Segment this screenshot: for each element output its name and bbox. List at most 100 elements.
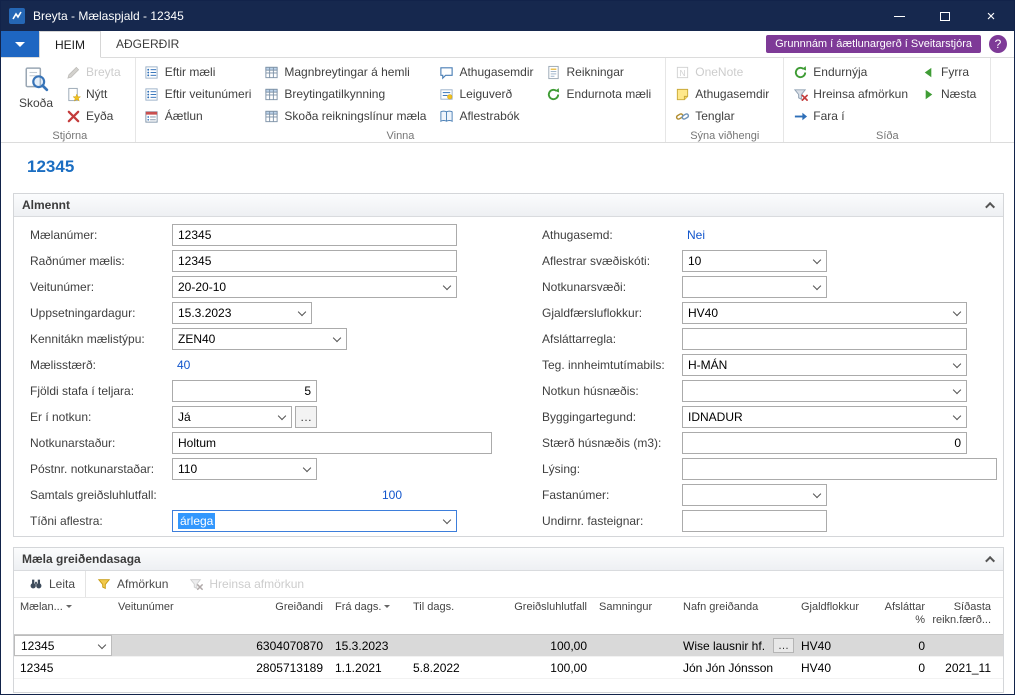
field-input-fastanúmer[interactable] <box>682 484 827 506</box>
cell-greiðandi[interactable]: 2805713189 <box>204 657 329 678</box>
field-input-mælanúmer[interactable]: 12345 <box>172 224 457 246</box>
dropdown-arrow-icon[interactable] <box>953 386 961 394</box>
dropdown-arrow-icon[interactable] <box>813 490 821 498</box>
dropdown-arrow-icon[interactable] <box>333 334 341 342</box>
dropdown-arrow-icon[interactable] <box>278 412 286 420</box>
cell-til-dags[interactable]: 5.8.2022 <box>407 657 485 678</box>
help-button[interactable]: ? <box>989 35 1007 53</box>
dropdown-arrow-icon[interactable] <box>443 282 451 290</box>
column-header-afsláttar[interactable]: Afsláttar % <box>873 598 931 634</box>
cell-samningur[interactable] <box>593 657 677 678</box>
assist-edit-button[interactable]: … <box>295 406 317 428</box>
field-input-gjaldfærsluflokkur[interactable]: HV40 <box>682 302 967 324</box>
column-header-veitunúmer[interactable]: Veitunúmer <box>112 598 204 634</box>
ribbon-item-athugasemdir[interactable]: Athugasemdir <box>671 83 776 105</box>
cell-greiðandi[interactable]: 6304070870 <box>204 635 329 656</box>
dropdown-arrow-icon[interactable] <box>303 464 311 472</box>
cell-nafn-greiðanda[interactable]: Wise lausnir hf.… <box>677 635 795 656</box>
cell-mælan[interactable]: 12345 <box>14 657 112 678</box>
ribbon-item-athugasemdir[interactable]: Athugasemdir <box>435 61 540 83</box>
ribbon-item-reikningar[interactable]: Reikningar <box>543 61 659 83</box>
cell-frá-dags[interactable]: 15.3.2023 <box>329 635 407 656</box>
dropdown-arrow-icon[interactable] <box>953 360 961 368</box>
toolbar-button-afmörkun[interactable]: Afmörkun <box>86 571 178 597</box>
ribbon-item-nýtt[interactable]: Nýtt <box>62 83 128 105</box>
ribbon-item-endurnýja[interactable]: Endurnýja <box>789 61 915 83</box>
field-input-raðnúmer-mælis[interactable]: 12345 <box>172 250 457 272</box>
tab-adgerdir[interactable]: AÐGERÐIR <box>101 31 194 57</box>
column-header-frá-dags[interactable]: Frá dags. <box>329 598 407 634</box>
field-input-veitunúmer[interactable]: 20-20-10 <box>172 276 457 298</box>
collapse-chevron-icon[interactable] <box>985 201 995 211</box>
field-input-uppsetningardagur[interactable]: 15.3.2023 <box>172 302 312 324</box>
cell-afsláttar[interactable]: 0 <box>873 635 931 656</box>
application-menu-button[interactable] <box>1 31 39 57</box>
cell-veitunúmer[interactable] <box>112 635 204 656</box>
cell-greiðsluhlutfall[interactable]: 100,00 <box>485 657 593 678</box>
field-input-póstnr-notkunarstaðar[interactable]: 110 <box>172 458 317 480</box>
dropdown-arrow-icon[interactable] <box>953 412 961 420</box>
dropdown-arrow-icon[interactable] <box>298 308 306 316</box>
column-header-greiðsluhlutfall[interactable]: Greiðsluhlutfall <box>485 598 593 634</box>
column-header-samningur[interactable]: Samningur <box>593 598 677 634</box>
field-input-byggingartegund[interactable]: IDNADUR <box>682 406 967 428</box>
ribbon-item-eftir-veitunúmeri[interactable]: Eftir veitunúmeri <box>141 83 259 105</box>
ribbon-item-næsta[interactable]: Næsta <box>917 83 983 105</box>
cell-síðasta-reikn-færð[interactable] <box>931 635 997 656</box>
cell-nafn-greiðanda[interactable]: Jón Jón Jónsson <box>677 657 795 678</box>
cell-gjaldflokkur[interactable]: HV40 <box>795 657 873 678</box>
dropdown-arrow-icon[interactable] <box>953 308 961 316</box>
field-input-undirnr-fasteignar[interactable] <box>682 510 827 532</box>
field-input-fjöldi-stafa-í-teljara[interactable]: 5 <box>172 380 317 402</box>
cell-afsláttar[interactable]: 0 <box>873 657 931 678</box>
field-input-notkunarstaður[interactable]: Holtum <box>172 432 492 454</box>
column-header-til-dags[interactable]: Til dags. <box>407 598 485 634</box>
column-header-greiðandi[interactable]: Greiðandi <box>204 598 329 634</box>
ribbon-item-aflestrabók[interactable]: Aflestrabók <box>435 105 540 127</box>
column-header-nafn-greiðanda[interactable]: Nafn greiðanda <box>677 598 795 634</box>
ribbon-item-endurnota-mæli[interactable]: Endurnota mæli <box>543 83 659 105</box>
ribbon-item-skoða[interactable]: Skoða <box>10 61 62 110</box>
column-header-síðasta-reikn-færð[interactable]: Síðasta reikn.færð... <box>931 598 997 634</box>
assist-edit-button[interactable]: … <box>773 638 794 653</box>
dropdown-arrow-icon[interactable] <box>813 256 821 264</box>
ribbon-item-eftir-mæli[interactable]: Eftir mæli <box>141 61 259 83</box>
toolbar-button-leita[interactable]: Leita <box>18 571 86 597</box>
column-header-mælan[interactable]: Mælan... <box>14 598 112 634</box>
field-input-aflestrar-svæðiskóti[interactable]: 10 <box>682 250 827 272</box>
cell-síðasta-reikn-færð[interactable]: 2021_11 <box>931 657 997 678</box>
field-input-notkun-húsnæðis[interactable] <box>682 380 967 402</box>
dropdown-arrow-icon[interactable] <box>813 282 821 290</box>
ribbon-item-breytingatilkynning[interactable]: Breytingatilkynning <box>260 83 433 105</box>
ribbon-item-leiguverð[interactable]: Leiguverð <box>435 83 540 105</box>
minimize-button[interactable] <box>876 1 922 31</box>
field-value-samtals-greiðsluhlutfall[interactable]: 100 <box>172 484 407 506</box>
cell-greiðsluhlutfall[interactable]: 100,00 <box>485 635 593 656</box>
cell-samningur[interactable] <box>593 635 677 656</box>
ribbon-item-áætlun[interactable]: Áætlun <box>141 105 259 127</box>
maximize-button[interactable] <box>922 1 968 31</box>
table-row[interactable]: 12345 28057131891.1.20215.8.2022100,00 Jón… <box>14 657 1003 679</box>
ribbon-item-fyrra[interactable]: Fyrra <box>917 61 983 83</box>
ribbon-item-magnbreytingar-á-hemli[interactable]: Magnbreytingar á hemli <box>260 61 433 83</box>
notification-badge[interactable]: Grunnnám í áætlunargerð í Sveitarstjóra <box>766 35 981 53</box>
filter-arrow-icon[interactable] <box>66 605 72 611</box>
section-header-maela-greidendasaga[interactable]: Mæla greiðendasaga <box>14 548 1003 571</box>
ribbon-item-tenglar[interactable]: Tenglar <box>671 105 776 127</box>
tab-heim[interactable]: HEIM <box>39 31 101 58</box>
field-value-athugasemd[interactable]: Nei <box>682 224 827 246</box>
field-input-teg-innheimtutímabils[interactable]: H-MÁN <box>682 354 967 376</box>
field-input-afsláttarregla[interactable] <box>682 328 967 350</box>
ribbon-item-eyða[interactable]: Eyða <box>62 105 128 127</box>
dropdown-arrow-icon[interactable] <box>98 641 106 649</box>
cell-gjaldflokkur[interactable]: HV40 <box>795 635 873 656</box>
column-header-gjaldflokkur[interactable]: Gjaldflokkur <box>795 598 873 634</box>
cell-til-dags[interactable] <box>407 635 485 656</box>
cell-veitunúmer[interactable] <box>112 657 204 678</box>
close-button[interactable]: × <box>968 1 1014 31</box>
cell-mælan[interactable]: 12345 <box>14 635 112 656</box>
table-row[interactable]: 12345 630407087015.3.2023 100,00 Wise lausn… <box>14 635 1003 657</box>
ribbon-item-fara-í[interactable]: Fara í <box>789 105 915 127</box>
cell-frá-dags[interactable]: 1.1.2021 <box>329 657 407 678</box>
field-input-kennitákn-mælistýpu[interactable]: ZEN40 <box>172 328 347 350</box>
